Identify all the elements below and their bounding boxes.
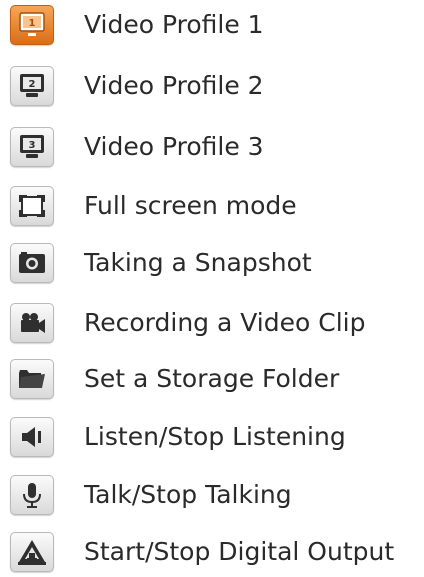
legend-item-label: Video Profile 3 [84,132,264,161]
legend-item-label: Taking a Snapshot [84,248,312,277]
microphone-icon [23,483,41,508]
listen-button[interactable] [10,417,54,457]
legend-item-label: Recording a Video Clip [84,308,366,337]
legend-item-listen: Listen/Stop Listening [10,412,420,462]
talk-button[interactable] [10,475,54,515]
svg-text:3: 3 [29,140,36,151]
legend-item-snapshot: Taking a Snapshot [10,238,420,288]
folder-icon [19,370,45,388]
alarm-icon [18,540,46,565]
video-camera-icon [21,313,45,333]
video-profile-1-button[interactable]: 1 [10,5,54,45]
legend-item-video-profile-2: 2 Video Profile 2 [10,61,420,111]
legend-item-storage-folder: Set a Storage Folder [10,354,420,404]
legend-item-label: Video Profile 1 [84,10,264,39]
legend-item-label: Talk/Stop Talking [84,480,292,509]
legend-item-video-profile-3: 3 Video Profile 3 [10,122,420,172]
storage-folder-button[interactable] [10,359,54,399]
video-profile-3-button[interactable]: 3 [10,127,54,167]
legend-item-label: Set a Storage Folder [84,364,340,393]
legend-item-label: Listen/Stop Listening [84,422,346,451]
legend-item-fullscreen: Full screen mode [10,181,420,231]
video-profile-1-icon: 1 [19,12,45,36]
record-video-button[interactable] [10,303,54,343]
svg-text:1: 1 [29,18,36,29]
video-profile-2-button[interactable]: 2 [10,66,54,106]
legend-item-talk: Talk/Stop Talking [10,470,420,520]
toolbar-legend: 1 Video Profile 1 2 Video Profile 2 3 Vi… [0,0,424,572]
video-profile-2-icon: 2 [20,74,44,97]
speaker-icon [22,427,41,447]
video-profile-3-icon: 3 [20,135,44,158]
digital-output-button[interactable] [10,532,54,572]
fullscreen-icon [19,195,45,217]
legend-item-label: Start/Stop Digital Output [84,537,395,566]
legend-item-record-video: Recording a Video Clip [10,298,420,348]
legend-item-label: Video Profile 2 [84,71,264,100]
svg-text:2: 2 [29,79,36,90]
camera-icon [19,252,45,273]
fullscreen-button[interactable] [10,186,54,226]
legend-item-video-profile-1: 1 Video Profile 1 [10,0,420,50]
legend-item-label: Full screen mode [84,191,297,220]
snapshot-button[interactable] [10,243,54,283]
